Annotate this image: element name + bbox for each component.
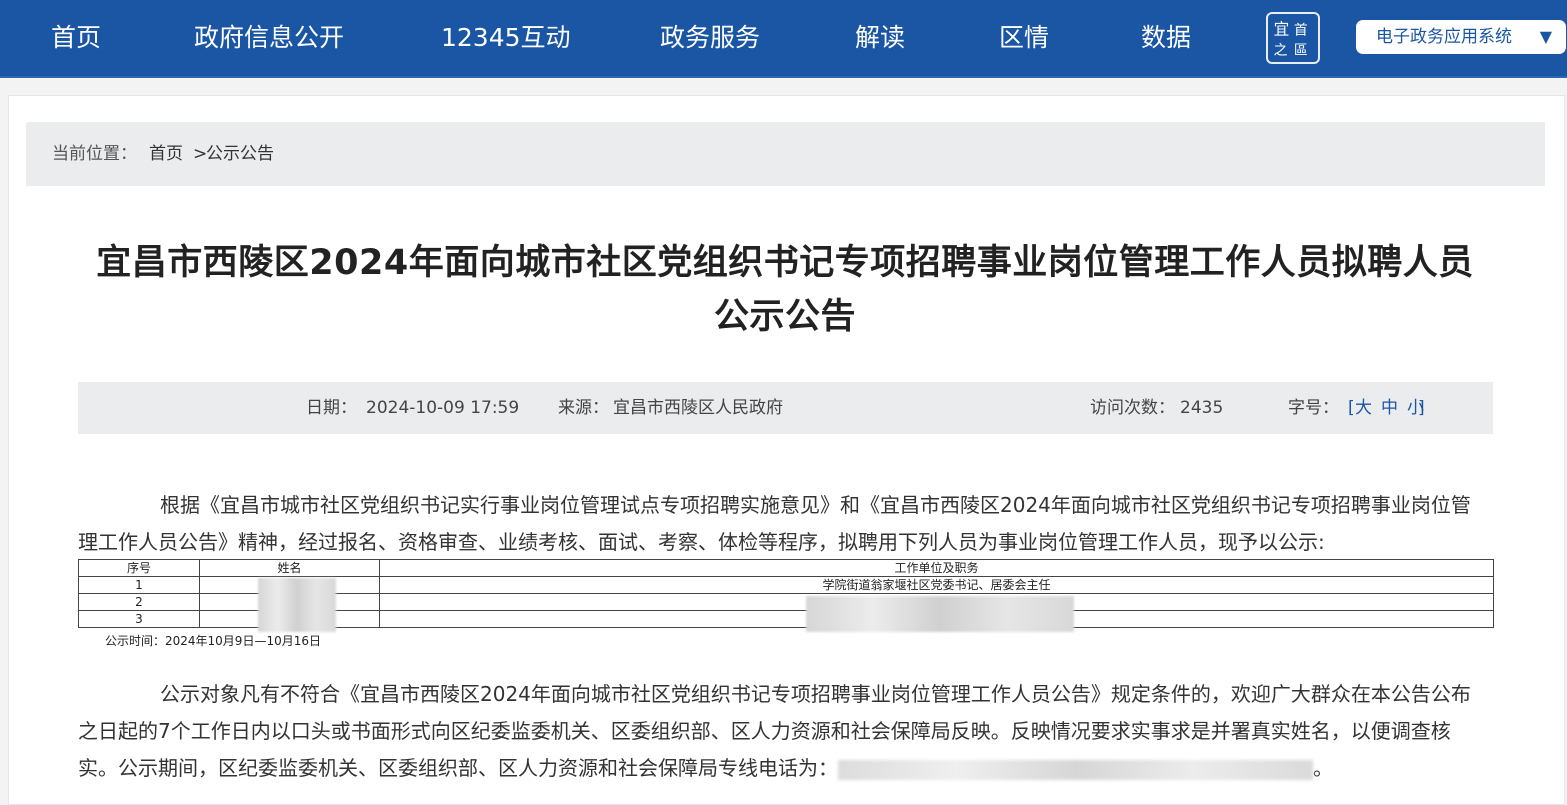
nav-interpretation[interactable]: 解读 (855, 20, 905, 56)
e-gov-system-dropdown[interactable]: 电子政务应用系统 ▼ (1356, 20, 1566, 54)
breadcrumb-home-link[interactable]: 首页 (149, 122, 183, 186)
font-size-large-link[interactable]: 大 (1355, 382, 1372, 434)
logo-calligraphy-icon: 宜 首 之 區 (1274, 19, 1308, 59)
breadcrumb: 当前位置： 首页 > 公示公告 (26, 122, 1545, 186)
row-index: 2 (78, 593, 200, 611)
notice-end: 。 (1313, 756, 1333, 780)
e-gov-system-label: 电子政务应用系统 (1376, 27, 1512, 47)
article-title-line1: 宜昌市西陵区2024年面向城市社区党组织书记专项招聘事业岗位管理工作人员拟聘人员 (96, 243, 1474, 283)
svg-text:宜: 宜 (1274, 19, 1290, 38)
header-index: 序号 (78, 559, 200, 577)
row-unit-position: 学院街道翁家堰社区党委书记、居委会主任 (379, 576, 1494, 594)
font-size-bracket-open: [ (1348, 398, 1355, 418)
visits-count: 2435 (1180, 398, 1224, 418)
publish-date: 2024-10-09 17:59 (366, 398, 520, 418)
notice-paragraph: 公示对象凡有不符合《宜昌市西陵区2024年面向城市社区党组织书记专项招聘事业岗位… (78, 676, 1488, 787)
svg-text:區: 區 (1294, 43, 1308, 59)
site-logo[interactable]: 宜 首 之 區 (1266, 12, 1320, 64)
top-navigation-bar: 首页 政府信息公开 12345互动 政务服务 解读 区情 数据 宜 首 之 區 … (0, 0, 1567, 76)
header-unit-position: 工作单位及职务 (379, 559, 1494, 577)
dropdown-arrow-icon: ▼ (1539, 27, 1552, 46)
header-name: 姓名 (199, 559, 380, 577)
article-title-line2: 公示公告 (713, 297, 856, 337)
redacted-positions-blur (806, 596, 1074, 632)
source-label: 来源： (558, 398, 609, 418)
nav-data[interactable]: 数据 (1141, 20, 1191, 56)
table-header-row: 序号 姓名 工作单位及职务 (78, 559, 1494, 577)
nav-gov-services[interactable]: 政务服务 (660, 20, 760, 56)
nav-district-info[interactable]: 区情 (999, 20, 1049, 56)
font-size-bracket-close: ] (1418, 398, 1425, 418)
article-title: 宜昌市西陵区2024年面向城市社区党组织书记专项招聘事业岗位管理工作人员拟聘人员… (60, 236, 1510, 344)
visits-label: 访问次数： (1090, 398, 1175, 418)
source-value: 宜昌市西陵区人民政府 (613, 398, 783, 418)
breadcrumb-prefix: 当前位置： (52, 144, 137, 164)
svg-text:之: 之 (1274, 43, 1288, 59)
intro-text: 根据《宜昌市城市社区党组织书记实行事业岗位管理试点专项招聘实施意见》和《宜昌市西… (78, 493, 1471, 554)
nav-gov-info-disclosure[interactable]: 政府信息公开 (194, 20, 344, 56)
svg-text:首: 首 (1294, 22, 1308, 38)
row-index: 3 (78, 610, 200, 628)
row-index: 1 (78, 576, 200, 594)
redacted-names-blur (258, 578, 336, 632)
nav-home[interactable]: 首页 (51, 20, 101, 56)
nav-12345-interaction[interactable]: 12345互动 (441, 20, 571, 56)
font-size-medium-link[interactable]: 中 (1381, 382, 1398, 434)
redacted-phone-blur (838, 759, 1313, 780)
breadcrumb-current-link[interactable]: 公示公告 (206, 122, 274, 186)
font-size-label: 字号： (1288, 398, 1339, 418)
date-label: 日期： (306, 398, 357, 418)
article-meta-bar: 日期： 2024-10-09 17:59 来源： 宜昌市西陵区人民政府 访问次数… (78, 382, 1493, 434)
intro-paragraph: 根据《宜昌市城市社区党组织书记实行事业岗位管理试点专项招聘实施意见》和《宜昌市西… (78, 487, 1488, 561)
publicity-period: 公示时间：2024年10月9日—10月16日 (105, 634, 321, 648)
